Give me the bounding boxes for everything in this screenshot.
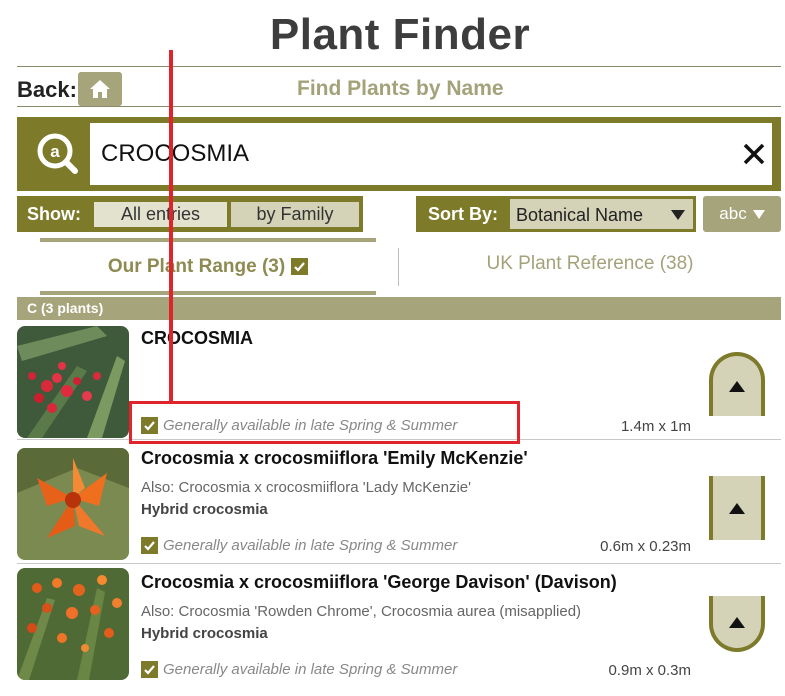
search-input[interactable] bbox=[90, 123, 772, 185]
chevron-down-icon bbox=[752, 209, 765, 219]
page-title: Plant Finder bbox=[269, 10, 531, 59]
plant-family: Hybrid crocosmia bbox=[141, 625, 268, 642]
plant-name[interactable]: CROCOSMIA bbox=[141, 328, 253, 349]
tab-our-plant-range[interactable]: Our Plant Range (3) bbox=[40, 242, 376, 291]
plant-family: Hybrid crocosmia bbox=[141, 501, 268, 518]
show-label: Show: bbox=[17, 196, 91, 232]
annotation-highlight-box bbox=[129, 401, 520, 444]
show-all-entries-button[interactable]: All entries bbox=[94, 202, 227, 227]
check-icon bbox=[141, 537, 158, 554]
sort-order-button[interactable]: abc bbox=[703, 196, 781, 232]
back-label: Back: bbox=[17, 77, 77, 102]
sort-select-value: Botanical Name bbox=[516, 205, 644, 225]
plant-thumbnail[interactable] bbox=[17, 568, 129, 680]
availability-text: Generally available in late Spring & Sum… bbox=[163, 661, 458, 678]
search-icon: a bbox=[37, 133, 78, 174]
availability: Generally available in late Spring & Sum… bbox=[141, 661, 457, 678]
tab-indicator bbox=[40, 291, 376, 295]
scroll-up-button[interactable] bbox=[709, 596, 765, 652]
plant-thumbnail[interactable] bbox=[17, 448, 129, 560]
arrow-up-icon bbox=[729, 380, 745, 392]
plant-synonyms: Also: Crocosmia 'Rowden Chrome', Crocosm… bbox=[141, 603, 582, 620]
search-bar: a bbox=[17, 117, 781, 191]
plant-name[interactable]: Crocosmia x crocosmiiflora 'Emily McKenz… bbox=[141, 448, 528, 469]
sort-select[interactable]: Botanical Name bbox=[510, 196, 696, 232]
divider bbox=[17, 66, 781, 67]
availability-text: Generally available in late Spring & Sum… bbox=[163, 537, 458, 554]
scroll-up-button[interactable] bbox=[709, 476, 765, 540]
tab-divider bbox=[398, 248, 399, 286]
plant-size: 0.6m x 0.23m bbox=[600, 538, 691, 555]
divider bbox=[17, 106, 781, 107]
show-toggle-group: All entries by Family bbox=[91, 196, 363, 232]
home-icon bbox=[90, 80, 110, 98]
clear-search-icon[interactable] bbox=[739, 139, 769, 169]
group-header: C (3 plants) bbox=[17, 297, 781, 320]
sort-label: Sort By: bbox=[416, 196, 510, 232]
check-icon bbox=[141, 661, 158, 678]
plant-name[interactable]: Crocosmia x crocosmiiflora 'George Davis… bbox=[141, 572, 617, 593]
section-title: Find Plants by Name bbox=[297, 77, 504, 100]
plant-size: 1.4m x 1m bbox=[620, 418, 691, 435]
plant-size: 0.9m x 0.3m bbox=[608, 662, 691, 679]
svg-text:a: a bbox=[50, 142, 60, 161]
checkbox-icon bbox=[291, 258, 309, 275]
arrow-up-icon bbox=[729, 616, 745, 628]
availability: Generally available in late Spring & Sum… bbox=[141, 537, 457, 554]
list-item[interactable]: Crocosmia x crocosmiiflora 'George Davis… bbox=[17, 566, 781, 696]
plant-synonyms: Also: Crocosmia x crocosmiiflora 'Lady M… bbox=[141, 479, 471, 496]
list-item[interactable]: Crocosmia x crocosmiiflora 'Emily McKenz… bbox=[17, 442, 781, 564]
arrow-up-icon bbox=[729, 502, 745, 514]
plant-thumbnail[interactable] bbox=[17, 326, 129, 438]
sort-order-label: abc bbox=[719, 204, 747, 223]
scroll-up-button[interactable] bbox=[709, 352, 765, 416]
show-by-family-button[interactable]: by Family bbox=[231, 202, 359, 227]
chevron-down-icon bbox=[671, 210, 685, 220]
tab-label: Our Plant Range (3) bbox=[107, 255, 286, 277]
tab-uk-plant-reference[interactable]: UK Plant Reference (38) bbox=[400, 242, 780, 286]
home-button[interactable] bbox=[78, 72, 122, 106]
annotation-line bbox=[169, 50, 173, 402]
